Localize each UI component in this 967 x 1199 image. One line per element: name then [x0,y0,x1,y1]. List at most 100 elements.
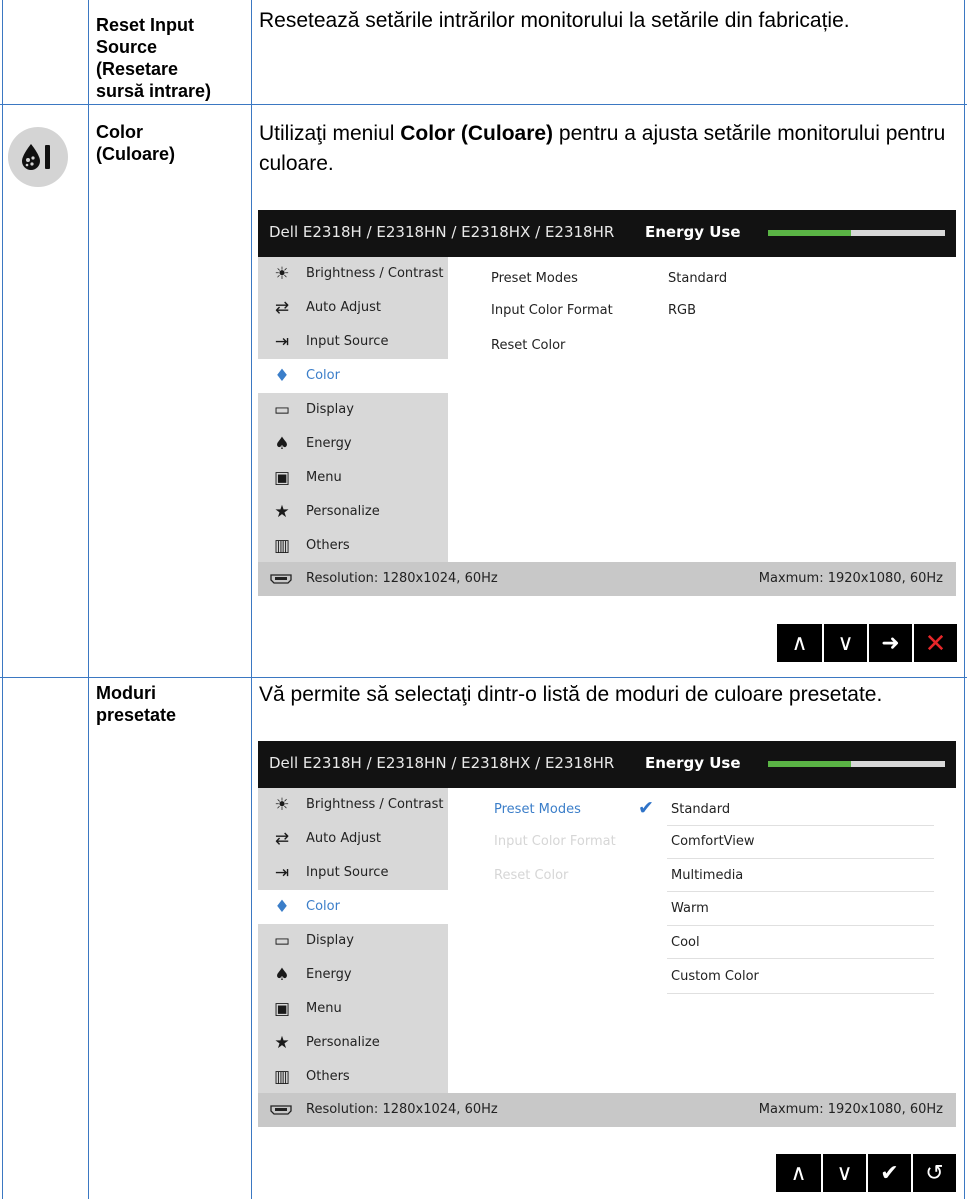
energy-icon: ♠ [274,434,290,454]
menu-item-others[interactable]: ▥ Others [258,1060,448,1094]
menu-item-energy[interactable]: ♠ Energy [258,427,448,461]
star-icon: ★ [274,1033,290,1053]
table-border-right [964,0,965,1199]
down-button[interactable]: ∨ [821,1154,866,1192]
osd-menu: ☀ Brightness / Contrast ⇄ Auto Adjust ⇥ Inp… [258,257,448,562]
option-preset-modes-value: Standard [668,271,728,286]
down-button[interactable]: ∨ [822,624,867,662]
osd-buttons-1: ∧ ∨ ➜ ✕ [777,624,957,662]
table-border-col1 [88,0,89,1199]
osd-options: Preset Modes Standard Input Color Format… [448,257,956,562]
osd-menu: ☀ Brightness / Contrast ⇄ Auto Adjust ⇥ Inp… [258,788,448,1093]
input-source-icon: ⇥ [274,863,290,883]
max-resolution: Maxmum: 1920x1080, 60Hz [758,1102,943,1117]
energy-use-label: Energy Use [645,754,741,772]
row-title-preset-modes: Moduri presetate [96,683,177,725]
monitor-model: Dell E2318H / E2318HN / E2318HX / E2318H… [269,754,615,772]
menu-item-input-source[interactable]: ⇥ Input Source [258,856,448,890]
row-divider-2 [0,677,967,678]
row-title-color: Color (Culoare) [96,122,176,164]
energy-use-bar [768,230,945,236]
osd-buttons-2: ∧ ∨ ✔ ↺ [776,1154,956,1192]
hdmi-icon [270,574,292,584]
menu-item-auto-adjust[interactable]: ⇄ Auto Adjust [258,291,448,325]
display-icon: ▭ [273,400,291,420]
preset-cool[interactable]: Cool [671,935,700,950]
option-input-color-format[interactable]: Input Color Format [491,303,613,318]
color-icon: ♦ [274,366,290,386]
exit-button[interactable]: ✕ [912,624,957,662]
preset-warm[interactable]: Warm [671,901,709,916]
menu-item-brightness[interactable]: ☀ Brightness / Contrast [258,257,448,291]
menu-item-color[interactable]: ♦ Color [258,890,448,924]
check-icon: ✔ [880,1160,899,1185]
row-desc-reset-input: Resetează setările intrărilor monitorulu… [259,9,850,32]
menu-item-menu[interactable]: ▣ Menu [258,992,448,1026]
down-icon: ∨ [837,630,854,655]
star-icon: ★ [274,502,290,522]
up-button[interactable]: ∧ [776,1154,821,1192]
option-reset-color[interactable]: Reset Color [494,868,568,883]
osd-color-menu: Dell E2318H / E2318HN / E2318HX / E2318H… [258,210,956,596]
down-icon: ∨ [836,1160,853,1185]
back-button[interactable]: ↺ [911,1154,956,1192]
menu-item-display[interactable]: ▭ Display [258,924,448,958]
osd-header: Dell E2318H / E2318HN / E2318HX / E2318H… [258,210,956,257]
osd-footer: Resolution: 1280x1024, 60Hz Maxmum: 1920… [258,562,956,596]
select-button[interactable]: ✔ [866,1154,911,1192]
table-border-col2 [251,0,252,1199]
hdmi-icon [270,1105,292,1115]
menu-item-energy[interactable]: ♠ Energy [258,958,448,992]
menu-item-brightness[interactable]: ☀ Brightness / Contrast [258,788,448,822]
preset-comfortview[interactable]: ComfortView [671,834,755,849]
preset-custom-color[interactable]: Custom Color [671,969,759,984]
current-resolution: Resolution: 1280x1024, 60Hz [306,1102,498,1117]
option-reset-color[interactable]: Reset Color [491,338,565,353]
table-border-left [2,0,3,1199]
menu-item-personalize[interactable]: ★ Personalize [258,495,448,529]
up-button[interactable]: ∧ [777,624,822,662]
menu-item-menu[interactable]: ▣ Menu [258,461,448,495]
monitor-model: Dell E2318H / E2318HN / E2318HX / E2318H… [269,223,615,241]
menu-item-others[interactable]: ▥ Others [258,529,448,563]
energy-use-bar [768,761,945,767]
brightness-icon: ☀ [274,795,290,815]
menu-item-auto-adjust[interactable]: ⇄ Auto Adjust [258,822,448,856]
preset-standard[interactable]: Standard [671,802,730,817]
menu-icon: ▣ [273,999,291,1019]
row-desc-color: Utilizaţi meniul Color (Culoare) pentru … [259,122,946,175]
check-icon: ✔ [638,797,654,819]
forward-button[interactable]: ➜ [867,624,912,662]
auto-adjust-icon: ⇄ [274,829,290,849]
menu-item-personalize[interactable]: ★ Personalize [258,1026,448,1060]
up-icon: ∧ [791,630,808,655]
osd-preset-modes-menu: Dell E2318H / E2318HN / E2318HX / E2318H… [258,741,956,1127]
color-icon: ♦ [274,897,290,917]
others-icon: ▥ [273,536,291,556]
display-icon: ▭ [273,931,291,951]
menu-icon: ▣ [273,468,291,488]
menu-item-color[interactable]: ♦ Color [258,359,448,393]
row-divider-1 [0,104,967,105]
menu-item-display[interactable]: ▭ Display [258,393,448,427]
arrow-right-icon: ➜ [881,630,900,655]
option-preset-modes[interactable]: Preset Modes [491,271,578,286]
others-icon: ▥ [273,1067,291,1087]
osd-options: Preset Modes Input Color Format Reset Co… [448,788,956,1093]
preset-multimedia[interactable]: Multimedia [671,868,743,883]
color-icon [8,127,68,187]
menu-item-input-source[interactable]: ⇥ Input Source [258,325,448,359]
option-preset-modes[interactable]: Preset Modes [494,802,581,817]
row-desc-preset-modes: Vă permite să selectaţi dintr-o listă de… [259,683,883,706]
option-input-color-format-value: RGB [668,303,697,318]
close-icon: ✕ [924,627,947,658]
brightness-icon: ☀ [274,264,290,284]
row-title-reset-input: Reset Input Source (Resetare sursă intra… [96,15,212,101]
option-input-color-format[interactable]: Input Color Format [494,834,616,849]
energy-icon: ♠ [274,965,290,985]
auto-adjust-icon: ⇄ [274,298,290,318]
current-resolution: Resolution: 1280x1024, 60Hz [306,571,498,586]
energy-use-label: Energy Use [645,223,741,241]
input-source-icon: ⇥ [274,332,290,352]
back-icon: ↺ [925,1160,944,1185]
